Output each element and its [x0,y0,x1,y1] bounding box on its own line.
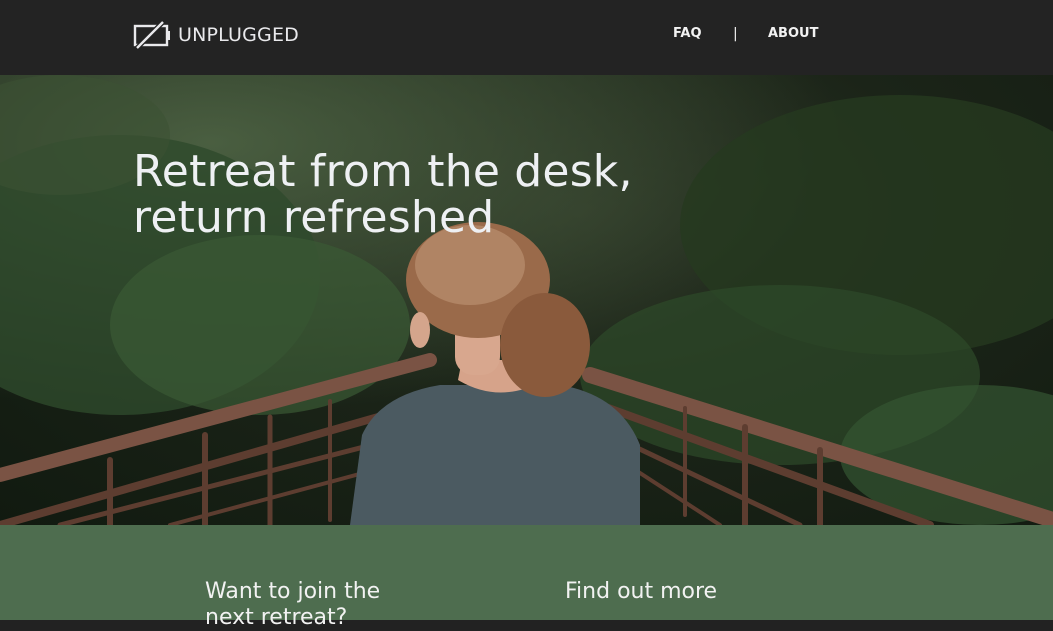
join-heading-line1: Want to join the [205,579,381,604]
unplugged-logo-icon [133,20,170,50]
nav-separator: | [733,26,738,42]
find-out-more-heading: Find out more [565,579,718,604]
site-header: UNPLUGGED FAQ | ABOUT [0,0,1053,75]
hero-title-line1: Retreat from the desk, [133,146,633,197]
logo[interactable]: UNPLUGGED [133,20,299,50]
nav-faq-link[interactable]: FAQ [673,26,702,41]
hero-title: Retreat from the desk, return refreshed [133,149,693,241]
logo-text: UNPLUGGED [178,24,300,46]
hero-section: Retreat from the desk, return refreshed [0,75,1053,525]
hero-photo-illustration [0,75,1053,525]
join-retreat-heading: Want to join the next retreat? [205,579,380,631]
nav-about-link[interactable]: ABOUT [768,26,818,41]
join-heading-line2: next retreat? [205,605,348,630]
hero-title-line2: return refreshed [133,192,495,243]
cta-section: Want to join the next retreat? Find out … [0,525,1053,630]
